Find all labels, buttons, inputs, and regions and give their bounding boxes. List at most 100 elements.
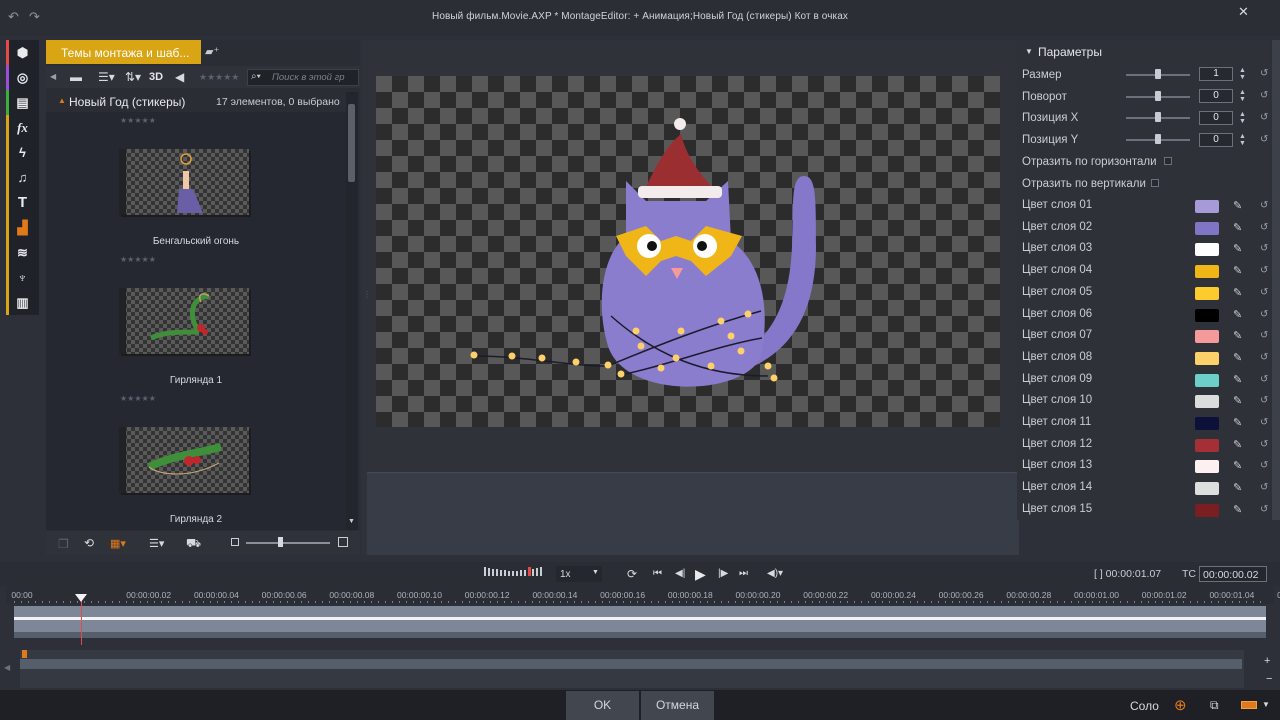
zoom-out-icon[interactable]: − [1266,673,1272,685]
disc-icon[interactable]: ◎ [6,65,39,90]
list-view-icon[interactable]: ☰▾ [98,70,115,84]
folder-icon[interactable]: ▬ [70,70,82,84]
layer-color-swatch[interactable] [1195,351,1219,365]
position-x-input[interactable]: 0 [1199,111,1233,125]
layer-color-swatch[interactable] [1195,286,1219,300]
track-clip-bar[interactable] [14,617,1266,620]
collapse-left-icon[interactable]: ◀ [50,72,56,81]
close-icon[interactable]: ✕ [1238,4,1249,20]
reset-icon[interactable]: ↺ [1260,112,1268,123]
reset-icon[interactable]: ↺ [1260,352,1268,363]
eyedropper-icon[interactable]: ✎ [1233,416,1242,429]
loop-icon[interactable]: ⟳ [627,567,637,581]
eyedropper-icon[interactable]: ✎ [1233,264,1242,277]
export-icon[interactable]: ⧉ [1210,698,1219,713]
reset-icon[interactable]: ↺ [1260,482,1268,493]
clip-icon[interactable]: ▤ [6,90,39,115]
rotation-slider-knob[interactable] [1155,91,1161,101]
playhead-handle[interactable] [75,594,87,602]
reset-icon[interactable]: ↺ [1260,265,1268,276]
layer-color-swatch[interactable] [1195,330,1219,344]
library-scrollbar[interactable]: ▼ [346,92,358,530]
details-view-icon[interactable]: ☰▾ [149,537,164,550]
expand-triangle-icon[interactable]: ▲ [58,96,66,105]
rating-stars[interactable]: ★★★★★ [120,394,156,403]
position-y-input[interactable]: 0 [1199,133,1233,147]
prev-frame-icon[interactable]: ◀| [675,568,685,579]
add-tab-icon[interactable]: ▰⁺ [205,45,219,58]
layer-color-swatch[interactable] [1195,460,1219,474]
copy-icon[interactable]: ❐ [58,537,69,551]
collapse-params-icon[interactable]: ▼ [1025,47,1033,56]
eyedropper-icon[interactable]: ✎ [1233,308,1242,321]
eyedropper-icon[interactable]: ✎ [1233,394,1242,407]
reset-icon[interactable]: ↺ [1260,439,1268,450]
audio-icon[interactable]: ♆ [6,265,39,290]
thumbnail-size-slider[interactable] [246,542,330,544]
keyframe-marker[interactable] [22,650,27,658]
layer-color-swatch[interactable] [1195,243,1219,257]
layer-color-swatch[interactable] [1195,438,1219,452]
target-icon[interactable]: ⊕ [1174,696,1187,714]
grid-view-icon[interactable]: ▦▾ [110,537,126,550]
reset-icon[interactable]: ↺ [1260,200,1268,211]
library-icon[interactable]: ⬢ [6,40,39,65]
3d-toggle[interactable]: 3D [149,71,163,83]
layers-icon[interactable]: ≋ [6,240,39,265]
title-icon[interactable]: T [6,190,39,215]
thumbnail-garland-1[interactable] [119,288,249,354]
play-icon[interactable]: ▶ [695,566,706,583]
sort-icon[interactable]: ⇅▾ [125,70,141,84]
reset-icon[interactable]: ↺ [1260,460,1268,471]
search-icon[interactable]: ⌕▾ [251,71,261,82]
montage-icon[interactable]: ▟ [6,215,39,240]
scroll-down-icon[interactable]: ▼ [348,518,355,525]
shuttle-control[interactable] [484,567,548,577]
eyedropper-icon[interactable]: ✎ [1233,329,1242,342]
cancel-button[interactable]: Отмена [641,691,714,720]
reset-icon[interactable]: ↺ [1260,504,1268,515]
position-y-slider-knob[interactable] [1155,134,1161,144]
rating-stars[interactable]: ★★★★★ [120,255,156,264]
reset-icon[interactable]: ↺ [1260,417,1268,428]
splitter-handle[interactable]: ⋮ [363,290,371,299]
playhead[interactable] [81,600,82,645]
fx-icon[interactable]: fx [6,115,39,140]
eyedropper-icon[interactable]: ✎ [1233,481,1242,494]
speed-select[interactable]: 1x ▼ [556,566,602,582]
reset-icon[interactable]: ↺ [1260,330,1268,341]
library-list[interactable]: ★★★★★ Бенгальский огонь ★★★★★ Гирлянда 1… [46,112,346,530]
eyedropper-icon[interactable]: ✎ [1233,199,1242,212]
reset-icon[interactable]: ↺ [1260,68,1268,79]
layer-color-swatch[interactable] [1195,482,1219,496]
layer-color-swatch[interactable] [1195,221,1219,235]
reset-icon[interactable]: ↺ [1260,395,1268,406]
library-tab[interactable]: Темы монтажа и шаб... [46,40,201,64]
layer-color-swatch[interactable] [1195,503,1219,517]
flip-vertical-checkbox[interactable] [1151,179,1159,187]
layer-color-swatch[interactable] [1195,308,1219,322]
piano-icon[interactable]: ▥ [6,290,39,315]
group-header[interactable]: ▲ Новый Год (стикеры) 17 элементов, 0 вы… [46,92,346,112]
reset-icon[interactable]: ↺ [1260,243,1268,254]
size-slider-knob[interactable] [1155,69,1161,79]
position-y-spinner[interactable]: ▲ ▼ [1239,133,1249,147]
timecode-input[interactable]: 00:00:00.02 [1199,566,1267,582]
eyedropper-icon[interactable]: ✎ [1233,242,1242,255]
rotation-spinner[interactable]: ▲ ▼ [1239,89,1249,103]
go-start-icon[interactable]: ⏮ [653,568,662,579]
import-icon[interactable]: ⛟ [186,536,201,552]
search-input[interactable]: Поиск в этой гр [247,69,359,86]
timeline-subtrack[interactable] [14,632,1266,638]
size-input[interactable]: 1 [1199,67,1233,81]
rating-filter[interactable]: ★★★★★ [199,72,239,83]
solo-label[interactable]: Соло [1130,699,1159,713]
flip-horizontal-checkbox[interactable] [1164,157,1172,165]
position-x-slider-knob[interactable] [1155,112,1161,122]
preview-canvas[interactable] [376,76,1000,427]
small-size-icon[interactable] [231,538,239,546]
layer-color-swatch[interactable] [1195,265,1219,279]
reset-icon[interactable]: ↺ [1260,222,1268,233]
scroll-left-icon[interactable]: ◀ [4,663,10,672]
next-frame-icon[interactable]: |▶ [718,568,728,579]
